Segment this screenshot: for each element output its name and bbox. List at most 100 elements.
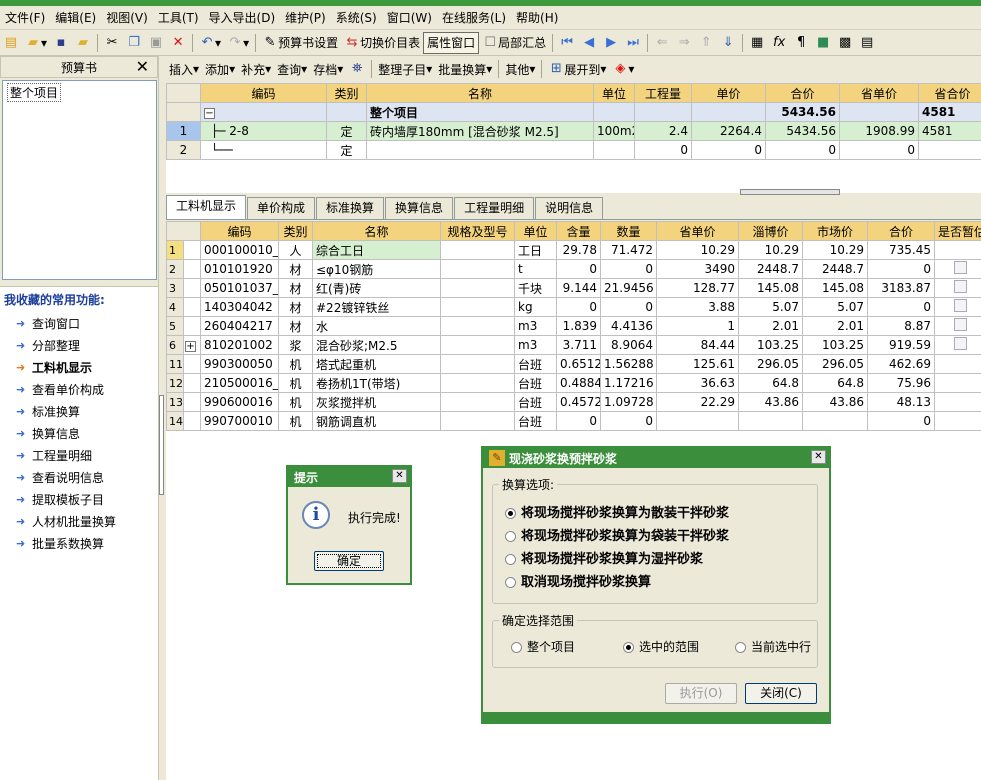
cell-prov-price[interactable] (656, 411, 739, 431)
tab-convert-info[interactable]: 换算信息 (385, 197, 454, 219)
cell-zibo-price[interactable]: 296.05 (738, 354, 803, 374)
cell-code[interactable]: 990300050 (200, 354, 279, 374)
cell-code[interactable]: 000100010_1 (200, 240, 279, 260)
cell-content[interactable]: 29.78 (556, 240, 601, 260)
menu-system[interactable]: 系统(S) (331, 7, 382, 29)
cell-content[interactable]: 0 (556, 411, 601, 431)
cell-prov-total[interactable]: 4581 (918, 102, 981, 122)
cell-total[interactable]: 0 (765, 140, 840, 160)
cell-qty[interactable]: 0 (600, 411, 657, 431)
cell-name[interactable]: 水 (312, 316, 441, 336)
cell-prov-price[interactable]: 84.44 (656, 335, 739, 355)
expand-cell[interactable] (183, 240, 201, 260)
cell-content[interactable]: 0 (556, 259, 601, 279)
col-header-name[interactable]: 名称 (366, 83, 594, 103)
cell-code[interactable]: 050101037_1 (200, 278, 279, 298)
cell-qty[interactable]: 21.9456 (600, 278, 657, 298)
expand-to-button[interactable]: ⊞ 展开到 ▾ (545, 58, 609, 80)
undo-button[interactable]: ↶ ▾ (196, 32, 224, 54)
cell-type[interactable]: 机 (278, 354, 313, 374)
expand-cell[interactable] (183, 411, 201, 431)
cell-name[interactable]: 红(青)砖 (312, 278, 441, 298)
formula-button[interactable]: fx (768, 32, 790, 54)
cell-code[interactable]: 140304042 (200, 297, 279, 317)
cell-provisional[interactable] (934, 335, 981, 355)
option-bulk-dry-mortar[interactable]: 将现场搅拌砂浆换算为散装干拌砂浆 (505, 502, 729, 521)
fav-item-section-organize[interactable]: ➜ 分部整理 (0, 334, 158, 356)
cell-prov-price[interactable]: 22.29 (656, 392, 739, 412)
last-button[interactable]: ⏭ (622, 32, 644, 54)
cell-unit[interactable]: t (514, 259, 557, 279)
cell-unit[interactable] (593, 140, 635, 160)
first-button[interactable]: ⏮ (556, 32, 578, 54)
cell-market-price[interactable]: 103.25 (802, 335, 868, 355)
checkbox-icon[interactable] (954, 337, 967, 350)
cell-zibo-price[interactable]: 103.25 (738, 335, 803, 355)
paste-button[interactable]: ▣ (145, 32, 167, 54)
cell-name[interactable]: 砖内墙厚180mm [混合砂浆 M2.5] (366, 121, 594, 141)
horizontal-scrollbar[interactable] (740, 189, 840, 195)
cell-total[interactable]: 735.45 (867, 240, 935, 260)
cell-zibo-price[interactable]: 2.01 (738, 316, 803, 336)
cell-prov-price[interactable]: 3490 (656, 259, 739, 279)
cell-market-price[interactable]: 296.05 (802, 354, 868, 374)
cell-zibo-price[interactable]: 64.8 (738, 373, 803, 393)
col-header-type[interactable]: 类别 (278, 221, 313, 241)
cell-price[interactable] (691, 102, 766, 122)
cell-type[interactable]: 机 (278, 392, 313, 412)
cell-zibo-price[interactable]: 10.29 (738, 240, 803, 260)
cut-button[interactable]: ✂ (101, 32, 123, 54)
ok-button[interactable]: 确定 (314, 551, 384, 571)
menu-online[interactable]: 在线服务(L) (437, 7, 511, 29)
row-number[interactable]: 5 (166, 316, 184, 336)
cell-code[interactable]: 810201002 (200, 335, 279, 355)
cell-zibo-price[interactable]: 2448.7 (738, 259, 803, 279)
cell-type[interactable]: 定 (326, 121, 367, 141)
cell-provisional[interactable] (934, 392, 981, 412)
cell-code[interactable]: 990700010 (200, 411, 279, 431)
row-number[interactable]: 13 (166, 392, 184, 412)
cell-prov-total[interactable] (918, 140, 981, 160)
cell-unit[interactable]: m3 (514, 316, 557, 336)
menu-window[interactable]: 窗口(W) (382, 7, 437, 29)
cell-content[interactable]: 0.6512 (556, 354, 601, 374)
cell-provisional[interactable] (934, 297, 981, 317)
table-row[interactable]: 1 ├─ 2-8 定 砖内墙厚180mm [混合砂浆 M2.5] 100m2 2… (166, 121, 981, 141)
cell-spec[interactable] (440, 316, 515, 336)
fav-item-description[interactable]: ➜ 查看说明信息 (0, 466, 158, 488)
row-number[interactable]: 3 (166, 278, 184, 298)
cell-code[interactable]: 210500016_1 (200, 373, 279, 393)
calculator-button[interactable]: ▦ (746, 32, 768, 54)
minus-icon[interactable]: − (204, 108, 215, 119)
cell-code[interactable]: ├─ 2-8 (200, 121, 327, 141)
move-up-button[interactable]: ⇑ (695, 32, 717, 54)
cell-type[interactable]: 定 (326, 140, 367, 160)
table-row[interactable]: 4 140304042 材 #22镀锌铁丝 kg 0 0 3.88 5.07 5.07 0 (166, 297, 981, 317)
menu-edit[interactable]: 编辑(E) (50, 7, 101, 29)
next-button[interactable]: ▶ (600, 32, 622, 54)
query-button[interactable]: 查询 ▾ (274, 58, 310, 80)
group-row[interactable]: − 整个项目 5434.56 4581 (166, 102, 981, 122)
cube-button[interactable]: ■ (812, 32, 834, 54)
row-number[interactable]: 4 (166, 297, 184, 317)
cell-prov-price[interactable]: 10.29 (656, 240, 739, 260)
cell-total[interactable]: 0 (867, 297, 935, 317)
table-row[interactable]: 2 └── 定 0 0 0 0 (166, 140, 981, 160)
cell-prov-total[interactable]: 4581 (918, 121, 981, 141)
table-row[interactable]: 12 210500016_1 机卷扬机1T(带塔) 台班 0.4884 1.17216 36… (166, 373, 981, 393)
cell-qty[interactable]: 0 (600, 297, 657, 317)
cell-total[interactable]: 0 (867, 259, 935, 279)
cell-spec[interactable] (440, 259, 515, 279)
table-row[interactable]: 3 050101037_1 材红(青)砖 千块 9.144 21.9456 128.77 14… (166, 278, 981, 298)
cell-provisional[interactable] (934, 316, 981, 336)
cell-content[interactable]: 1.839 (556, 316, 601, 336)
cell-unit[interactable]: 台班 (514, 411, 557, 431)
cell-zibo-price[interactable]: 5.07 (738, 297, 803, 317)
checkbox-icon[interactable] (954, 261, 967, 274)
cell-name[interactable]: #22镀锌铁丝 (312, 297, 441, 317)
cell-spec[interactable] (440, 297, 515, 317)
cell-unit[interactable]: kg (514, 297, 557, 317)
cell-prov-price[interactable]: 36.63 (656, 373, 739, 393)
cell-total[interactable]: 75.96 (867, 373, 935, 393)
fill-color-button[interactable]: ◈ ▾ (609, 58, 637, 80)
